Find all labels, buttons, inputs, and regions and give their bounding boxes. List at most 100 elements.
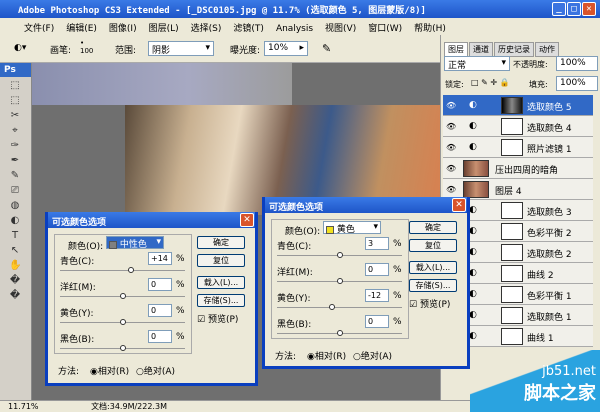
tool-icon[interactable]: ⬚ <box>9 95 21 107</box>
slider-value-input[interactable]: 0 <box>148 278 172 291</box>
visibility-eye-icon[interactable]: 👁 <box>446 122 456 131</box>
tool-icon[interactable]: ✎ <box>9 170 21 182</box>
maximize-button[interactable]: □ <box>567 2 581 16</box>
slider-value-input[interactable]: 0 <box>148 330 172 343</box>
save-button[interactable]: 存储(S)... <box>409 279 457 292</box>
relative-radio[interactable]: ◉相对(R) <box>90 364 129 377</box>
slider-value-input[interactable]: 0 <box>365 315 389 328</box>
tool-icon[interactable]: ✑ <box>9 140 21 152</box>
tool-icon[interactable]: ✂ <box>9 110 21 122</box>
layer-name: 色彩平衡 2 <box>527 229 572 239</box>
layer-mask-thumbnail <box>501 139 523 156</box>
tool-icon[interactable]: � <box>9 290 21 302</box>
adjustment-icon: ◐ <box>469 310 477 320</box>
menu-item[interactable]: 图层(L) <box>149 24 179 34</box>
layer-row[interactable]: 👁 ◐ 照片滤镜 1 <box>443 137 593 158</box>
dodge-tool-icon[interactable]: ◐▾ <box>14 43 26 53</box>
slider-handle[interactable] <box>329 304 335 310</box>
menu-item[interactable]: 窗口(W) <box>368 24 402 34</box>
color-select[interactable]: 中性色 ▾ <box>106 236 164 250</box>
slider-track[interactable] <box>277 307 402 308</box>
close-icon[interactable]: ✕ <box>240 213 254 227</box>
visibility-eye-icon[interactable]: 👁 <box>446 185 456 194</box>
layer-row[interactable]: 👁 ◐ 选取颜色 5 <box>443 95 593 116</box>
slider-value-input[interactable]: -12 <box>365 289 389 302</box>
slider-handle[interactable] <box>336 330 343 336</box>
menu-item[interactable]: 视图(V) <box>325 24 356 34</box>
panel-tab[interactable]: 历史记录 <box>494 42 534 57</box>
close-button[interactable]: ✕ <box>582 2 596 16</box>
absolute-radio[interactable]: ○绝对(A) <box>353 349 392 362</box>
slider-track[interactable] <box>60 270 185 271</box>
layer-row[interactable]: 👁 压出四周的暗角 <box>443 158 593 179</box>
slider-handle[interactable] <box>119 319 126 325</box>
lock-icons[interactable]: □ ✎ ✛ 🔒 <box>471 78 510 87</box>
slider-value-input[interactable]: 0 <box>148 304 172 317</box>
tool-icon[interactable]: ⬚ <box>9 80 21 92</box>
tool-icon[interactable]: T <box>9 230 21 242</box>
layer-mask-thumbnail <box>501 202 523 219</box>
slider-handle[interactable] <box>336 278 343 284</box>
tool-icon[interactable]: ◍ <box>9 200 21 212</box>
menu-item[interactable]: Analysis <box>276 24 313 34</box>
slider-value-input[interactable]: 3 <box>365 237 389 250</box>
color-select[interactable]: 黄色 ▾ <box>323 221 381 235</box>
watermark-name: 脚本之家 <box>524 383 596 404</box>
load-button[interactable]: 载入(L)... <box>197 276 245 289</box>
dialog-title-bar: 可选颜色选项 ✕ <box>48 212 255 228</box>
close-icon[interactable]: ✕ <box>452 198 466 212</box>
blend-mode-select[interactable]: 正常 ▾ <box>444 56 510 71</box>
slider-value-input[interactable]: 0 <box>365 263 389 276</box>
reset-button[interactable]: 复位 <box>197 254 245 267</box>
visibility-eye-icon[interactable]: 👁 <box>446 143 456 152</box>
absolute-radio[interactable]: ○绝对(A) <box>136 364 175 377</box>
visibility-eye-icon[interactable]: 👁 <box>446 101 456 110</box>
visibility-eye-icon[interactable]: 👁 <box>446 164 456 173</box>
doc-size: 文档:34.9M/222.3M <box>91 402 167 411</box>
ok-button[interactable]: 确定 <box>409 221 457 234</box>
slider-handle[interactable] <box>119 293 126 299</box>
method-label: 方法: <box>58 367 80 377</box>
layer-row[interactable]: 👁 ◐ 选取颜色 4 <box>443 116 593 137</box>
panel-tab[interactable]: 动作 <box>535 42 559 57</box>
menu-item[interactable]: 滤镜(T) <box>233 24 264 34</box>
fill-input[interactable]: 100% <box>556 76 598 91</box>
menu-item[interactable]: 帮助(H) <box>414 24 446 34</box>
opacity-input[interactable]: 100% <box>556 56 598 71</box>
adjustment-icon: ◐ <box>469 289 477 299</box>
panel-tab[interactable]: 通道 <box>469 42 493 57</box>
menu-item[interactable]: 图像(I) <box>109 24 137 34</box>
menu-item[interactable]: 编辑(E) <box>66 24 97 34</box>
ok-button[interactable]: 确定 <box>197 236 245 249</box>
tool-icon[interactable]: ⎚ <box>9 185 21 197</box>
slider-value-input[interactable]: +14 <box>148 252 172 265</box>
range-select[interactable]: 阴影 ▾ <box>148 41 214 56</box>
tool-icon[interactable]: ✒ <box>9 155 21 167</box>
tool-icon[interactable]: ⌖ <box>9 125 21 137</box>
minimize-button[interactable]: _ <box>552 2 566 16</box>
menu-item[interactable]: 选择(S) <box>191 24 222 34</box>
exposure-input[interactable]: 10% ▸ <box>264 41 308 56</box>
panel-tab[interactable]: 图层 <box>444 42 468 57</box>
brush-label: 画笔: <box>50 46 72 56</box>
preview-checkbox[interactable]: ☑ 预览(P) <box>409 297 450 310</box>
airbrush-icon[interactable]: ✎ <box>322 42 331 55</box>
relative-radio[interactable]: ◉相对(R) <box>307 349 346 362</box>
tool-icon[interactable]: � <box>9 275 21 287</box>
slider-label: 黑色(B): <box>277 320 312 330</box>
preview-checkbox[interactable]: ☑ 预览(P) <box>197 312 238 325</box>
reset-button[interactable]: 复位 <box>409 239 457 252</box>
tool-icon[interactable]: ↖ <box>9 245 21 257</box>
load-button[interactable]: 载入(L)... <box>409 261 457 274</box>
slider-label: 洋红(M): <box>277 268 313 278</box>
slider-handle[interactable] <box>336 252 343 258</box>
brush-picker[interactable]: • 100 <box>80 39 93 55</box>
save-button[interactable]: 存储(S)... <box>197 294 245 307</box>
menu-item[interactable]: 文件(F) <box>24 24 54 34</box>
title-bar: Adobe Photoshop CS3 Extended - [_DSC0105… <box>0 0 600 18</box>
tool-icon[interactable]: ◐ <box>9 215 21 227</box>
layer-name: 曲线 1 <box>527 334 554 344</box>
tool-icon[interactable]: ✋ <box>9 260 21 272</box>
slider-handle[interactable] <box>119 345 126 351</box>
layer-name: 选取颜色 2 <box>527 250 572 260</box>
